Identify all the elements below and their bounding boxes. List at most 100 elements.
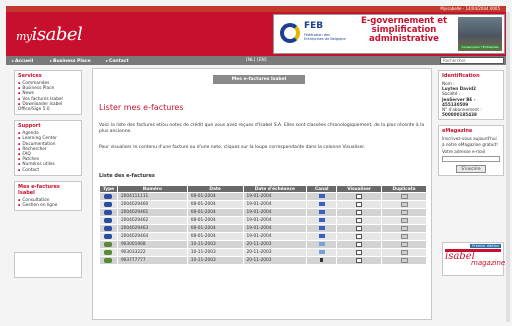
channel-icon: [318, 193, 325, 198]
duplicate-icon[interactable]: [400, 249, 408, 255]
channel-icon: [318, 217, 325, 222]
visualiser-cell[interactable]: [336, 216, 383, 225]
duplicata-cell[interactable]: [381, 232, 427, 241]
support-title: Support: [18, 123, 41, 130]
echeance-cell: 19-01-2004: [242, 192, 308, 201]
numero-cell: 2004111111: [116, 192, 188, 201]
left-empty-box: [14, 252, 82, 278]
echeance-cell: 19-01-2004: [242, 232, 308, 241]
main-panel: Mes e-factures Isabel Lister mes e-factu…: [92, 68, 432, 320]
invoice-type-icon: [104, 193, 113, 199]
table-row: 2004111111 08-01-2004 19-01-2004: [99, 192, 427, 201]
feb-banner[interactable]: FEB Fédération des Entreprises de Belgiq…: [273, 14, 505, 54]
visualiser-cell[interactable]: [336, 192, 383, 201]
page-title: Lister mes e-factures: [99, 103, 184, 112]
echeance-cell: 19-01-2004: [242, 224, 308, 233]
efactures-item[interactable]: Gestion en ligne: [18, 203, 78, 208]
magnifier-icon[interactable]: [356, 209, 363, 215]
duplicate-icon[interactable]: [400, 233, 408, 239]
duplicata-cell[interactable]: [381, 192, 427, 201]
page-scrollbar[interactable]: [506, 12, 510, 322]
channel-icon: [318, 249, 325, 254]
visualiser-cell[interactable]: [336, 232, 383, 241]
isabel-logo[interactable]: myisabel: [16, 24, 83, 45]
email-label: Votre adresse e-mail: [442, 148, 486, 154]
nav-business-place[interactable]: ▸Business Place: [50, 56, 91, 66]
duplicata-cell[interactable]: [381, 200, 427, 209]
col-numero[interactable]: Numéro: [116, 185, 188, 193]
visualiser-cell[interactable]: [336, 208, 383, 217]
nav-accueil[interactable]: ▸Accueil: [12, 56, 33, 66]
duplicata-cell[interactable]: [381, 216, 427, 225]
duplicate-icon[interactable]: [400, 217, 408, 223]
visualiser-cell[interactable]: [336, 200, 383, 209]
support-box: Support Agenda Learning Center Documenta…: [14, 120, 82, 176]
search-input[interactable]: Rechercher: [440, 57, 504, 64]
services-title: Services: [18, 73, 42, 79]
feb-logo: FEB Fédération des Entreprises de Belgiq…: [280, 21, 346, 49]
invoice-type-icon: [104, 201, 113, 207]
type-cell: [99, 216, 118, 225]
echeance-cell: 19-01-2004: [242, 216, 308, 225]
magnifier-icon[interactable]: [356, 225, 363, 231]
subscribe-button[interactable]: S'inscrire: [456, 165, 486, 174]
numero-cell: 903777777: [116, 256, 188, 265]
duplicata-cell[interactable]: [381, 240, 427, 249]
duplicate-icon[interactable]: [400, 193, 408, 199]
visualiser-cell[interactable]: [336, 224, 383, 233]
duplicate-icon[interactable]: [400, 241, 408, 247]
channel-icon: [318, 201, 325, 206]
services-item[interactable]: Downloader Isabel Office/Sign 5.0: [18, 102, 78, 112]
magnifier-icon[interactable]: [356, 249, 363, 255]
visualiser-cell[interactable]: [336, 256, 383, 265]
magnifier-icon[interactable]: [356, 201, 363, 207]
date-cell: 10-11-2003: [186, 256, 244, 265]
magnifier-icon[interactable]: [356, 217, 363, 223]
numero-cell: 2004029463: [116, 224, 188, 233]
visualiser-cell[interactable]: [336, 248, 383, 257]
duplicate-icon[interactable]: [400, 225, 408, 231]
duplicate-icon[interactable]: [400, 209, 408, 215]
table-row: 2004029461 08-01-2004 19-01-2004: [99, 208, 427, 217]
magnifier-icon[interactable]: [356, 233, 363, 239]
channel-icon: [320, 257, 324, 262]
email-field[interactable]: [442, 156, 500, 163]
nav-contact[interactable]: ▸Contact: [106, 56, 129, 66]
col-echeance[interactable]: Date d'échéance: [242, 185, 308, 193]
duplicata-cell[interactable]: [381, 256, 427, 265]
duplicata-cell[interactable]: [381, 224, 427, 233]
magnifier-icon[interactable]: [356, 241, 363, 247]
feb-title: FEB: [304, 21, 324, 31]
col-canal: Canal: [306, 185, 338, 193]
services-box: Services Commandes Business Place News V…: [14, 70, 82, 116]
magnifier-icon[interactable]: [356, 193, 363, 199]
col-date[interactable]: Date: [186, 185, 244, 193]
echeance-cell: 20-11-2003: [242, 240, 308, 249]
left-column: Services Commandes Business Place News V…: [14, 70, 82, 216]
logo-prefix: my: [16, 30, 32, 43]
duplicate-icon[interactable]: [400, 257, 408, 263]
visualiser-cell[interactable]: [336, 240, 383, 249]
canal-cell: [306, 216, 338, 225]
duplicata-cell[interactable]: [381, 248, 427, 257]
table-row: 903033222 10-11-2003 20-11-2003: [99, 248, 427, 257]
emagazine-title: eMagazine: [442, 128, 473, 135]
magnifier-icon[interactable]: [356, 257, 363, 263]
table-row: 2004029464 08-01-2004 19-01-2004: [99, 232, 427, 241]
magazine-edition: Premier édition: [470, 244, 501, 248]
duplicata-cell[interactable]: [381, 208, 427, 217]
main-tab: Mes e-factures Isabel: [213, 75, 305, 84]
date-cell: 08-01-2004: [186, 216, 244, 225]
canal-cell: [306, 192, 338, 201]
duplicate-icon[interactable]: [400, 201, 408, 207]
efactures-box: Mes e-factures Isabel Consultation Gesti…: [14, 180, 82, 212]
date-cell: 08-01-2004: [186, 208, 244, 217]
date-cell: 08-01-2004: [186, 200, 244, 209]
page: Myisabelle - 14/04/2004 0005 myisabel FE…: [0, 0, 512, 326]
type-cell: [99, 224, 118, 233]
support-item[interactable]: Contact: [18, 168, 78, 173]
type-cell: [99, 248, 118, 257]
language-switch[interactable]: [NL] [EN]: [246, 56, 267, 65]
isabel-magazine-banner[interactable]: Premier édition isabel magazine: [442, 242, 505, 276]
societe-value: JeaServer BE - 455130509: [442, 96, 476, 107]
